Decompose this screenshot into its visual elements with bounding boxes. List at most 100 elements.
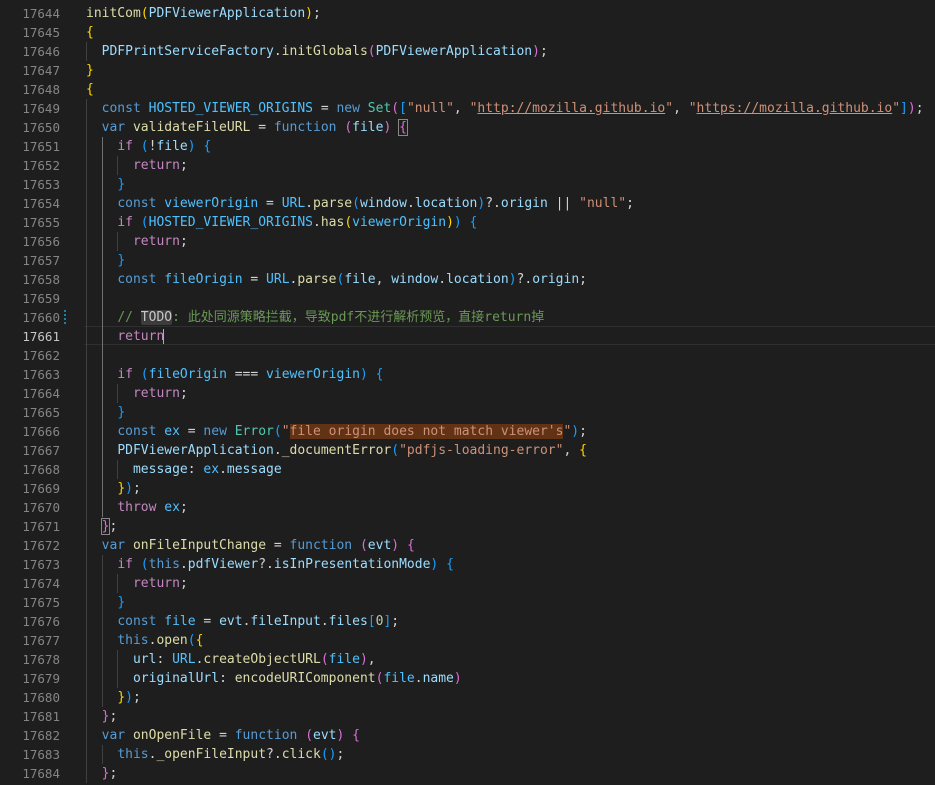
code-line[interactable]: 17658 const fileOrigin = URL.parse(file,… [0, 270, 935, 289]
code-text[interactable]: // TODO: 此处同源策略拦截，导致pdf不进行解析预览，直接return掉 [86, 308, 544, 327]
code-text[interactable]: throw ex; [86, 498, 187, 517]
code-text[interactable]: return; [86, 232, 188, 251]
code-line[interactable]: 17650 var validateFileURL = function (fi… [0, 118, 935, 137]
code-text[interactable]: }); [86, 479, 140, 498]
code-line[interactable]: 17659 [0, 289, 935, 308]
code-line[interactable]: 17644 initCom(PDFViewerApplication); [0, 4, 935, 23]
code-line[interactable]: 17682 var onOpenFile = function (evt) { [0, 726, 935, 745]
code-text[interactable]: } [86, 175, 125, 194]
code-line[interactable]: 17663 if (fileOrigin === viewerOrigin) { [0, 365, 935, 384]
code-line[interactable]: 17665 } [0, 403, 935, 422]
code-line[interactable]: 17654 const viewerOrigin = URL.parse(win… [0, 194, 935, 213]
code-text[interactable]: PDFViewerApplication._documentError("pdf… [86, 441, 587, 460]
code-line[interactable]: 17652 return; [0, 156, 935, 175]
code-token: window [391, 272, 439, 287]
code-line[interactable]: 17656 return; [0, 232, 935, 251]
code-line[interactable]: 17649 const HOSTED_VIEWER_ORIGINS = new … [0, 99, 935, 118]
code-text[interactable]: message: ex.message [86, 460, 282, 479]
code-text[interactable]: var onOpenFile = function (evt) { [86, 726, 360, 745]
code-line[interactable]: 17668 message: ex.message [0, 460, 935, 479]
code-text[interactable]: { [86, 23, 94, 42]
code-text[interactable]: var onFileInputChange = function (evt) { [86, 536, 415, 555]
code-text[interactable]: }; [86, 707, 118, 726]
code-line[interactable]: 17675 } [0, 593, 935, 612]
code-text[interactable]: originalUrl: encodeURIComponent(file.nam… [86, 669, 462, 688]
code-line[interactable]: 17657 } [0, 251, 935, 270]
code-line[interactable]: 17651 if (!file) { [0, 137, 935, 156]
code-line[interactable]: 17670 throw ex; [0, 498, 935, 517]
code-text[interactable]: PDFPrintServiceFactory.initGlobals(PDFVi… [86, 42, 548, 61]
code-text[interactable]: const file = evt.fileInput.files[0]; [86, 612, 399, 631]
code-line[interactable]: 17662 [0, 346, 935, 365]
code-line[interactable]: 17646 PDFPrintServiceFactory.initGlobals… [0, 42, 935, 61]
code-line[interactable]: 17647} [0, 61, 935, 80]
code-text[interactable]: if (!file) { [86, 137, 211, 156]
code-text[interactable]: return; [86, 156, 188, 175]
code-line[interactable]: 17645 { [0, 23, 935, 42]
code-text[interactable]: } [86, 251, 125, 270]
code-line[interactable]: 17669 }); [0, 479, 935, 498]
code-line[interactable]: 17648 { [0, 80, 935, 99]
code-text[interactable]: return; [86, 574, 188, 593]
code-token: " [688, 101, 697, 116]
line-number: 17684 [22, 766, 60, 781]
code-text[interactable]: return; [86, 384, 188, 403]
code-line[interactable]: 17666 const ex = new Error("file origin … [0, 422, 935, 441]
line-number: 17656 [22, 234, 60, 249]
line-number: 17646 [22, 44, 60, 59]
code-line[interactable]: 17672 var onFileInputChange = function (… [0, 536, 935, 555]
code-text[interactable]: return [86, 327, 164, 346]
code-text[interactable]: const HOSTED_VIEWER_ORIGINS = new Set(["… [86, 99, 924, 118]
code-text[interactable]: const fileOrigin = URL.parse(file, windo… [86, 270, 587, 289]
code-line[interactable]: 17677 this.open({ [0, 631, 935, 650]
code-text[interactable]: } [86, 593, 125, 612]
code-text[interactable]: url: URL.createObjectURL(file), [86, 650, 376, 669]
code-token: evt [367, 538, 392, 553]
code-text[interactable]: if (this.pdfViewer?.isInPresentationMode… [86, 555, 454, 574]
code-line[interactable]: 17684 }; [0, 764, 935, 783]
code-token: ( [367, 44, 376, 59]
code-text[interactable]: if (fileOrigin === viewerOrigin) { [86, 365, 383, 384]
code-text[interactable]: this._openFileInput?.click(); [86, 745, 344, 764]
code-line[interactable]: 17674 return; [0, 574, 935, 593]
code-text[interactable]: this.open({ [86, 631, 203, 650]
code-line[interactable]: 17679 originalUrl: encodeURIComponent(fi… [0, 669, 935, 688]
code-line[interactable]: 17681 }; [0, 707, 935, 726]
code-line[interactable]: 17664 return; [0, 384, 935, 403]
code-text[interactable]: }; [86, 517, 117, 536]
code-line[interactable]: 17678 url: URL.createObjectURL(file), [0, 650, 935, 669]
todo-badge: TODO [140, 310, 173, 325]
code-token: initGlobals [281, 44, 368, 59]
code-text[interactable]: const ex = new Error("file origin does n… [86, 422, 587, 441]
code-text[interactable]: }); [86, 688, 140, 707]
code-editor[interactable]: 17644 initCom(PDFViewerApplication); 17645… [0, 0, 935, 785]
code-text[interactable]: initCom(PDFViewerApplication); [86, 4, 321, 23]
code-line[interactable]: 17661 return [0, 327, 935, 346]
code-line[interactable]: 17673 if (this.pdfViewer?.isInPresentati… [0, 555, 935, 574]
code-line[interactable]: 17676 const file = evt.fileInput.files[0… [0, 612, 935, 631]
code-line[interactable]: 17655 if (HOSTED_VIEWER_ORIGINS.has(view… [0, 213, 935, 232]
code-text[interactable]: } [86, 61, 94, 80]
line-number: 17653 [22, 177, 60, 192]
code-line[interactable]: 17667 PDFViewerApplication._documentErro… [0, 441, 935, 460]
code-line[interactable]: 17671 }; [0, 517, 935, 536]
code-text[interactable]: }; [86, 764, 118, 783]
code-text[interactable]: } [86, 403, 125, 422]
code-line[interactable]: 17683 this._openFileInput?.click(); [0, 745, 935, 764]
code-text[interactable]: if (HOSTED_VIEWER_ORIGINS.has(viewerOrig… [86, 213, 477, 232]
code-token: ; [539, 44, 548, 59]
code-line[interactable]: 17653 } [0, 175, 935, 194]
code-line[interactable]: 17680 }); [0, 688, 935, 707]
code-text[interactable]: var validateFileURL = function (file) { [86, 118, 408, 137]
code-text[interactable]: const viewerOrigin = URL.parse(window.lo… [86, 194, 634, 213]
code-token: } [117, 253, 126, 268]
code-token: PDFViewerApplication [375, 44, 533, 59]
code-token: [ [399, 101, 407, 116]
code-token: this [117, 633, 149, 648]
text-cursor [163, 329, 164, 344]
code-token: ) [305, 6, 313, 21]
code-text[interactable]: { [86, 80, 94, 99]
code-line[interactable]: 17660 // TODO: 此处同源策略拦截，导致pdf不进行解析预览，直接r… [0, 308, 935, 327]
